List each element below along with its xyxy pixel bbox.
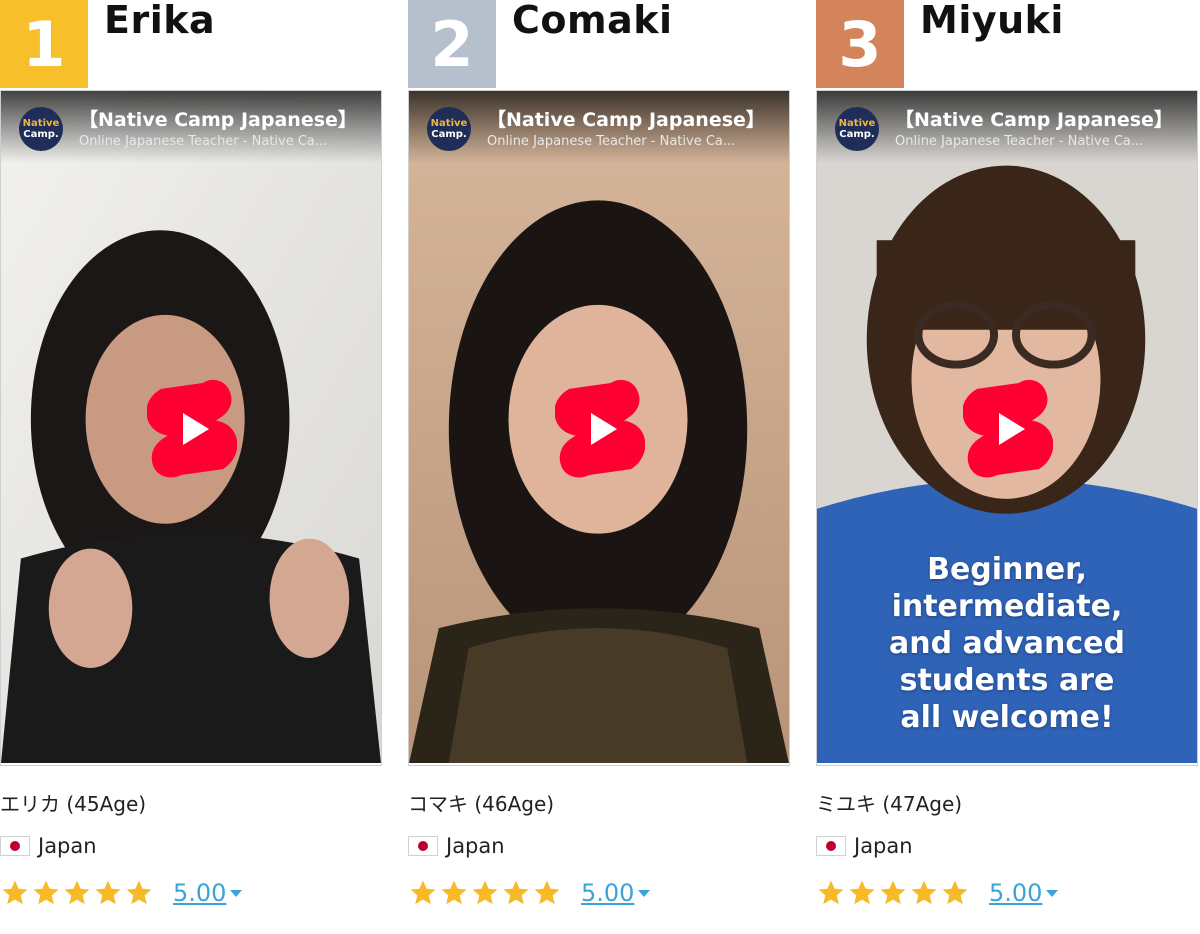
video-player[interactable]: Native Camp. 【Native Camp Japanese】 Onli… — [0, 90, 382, 766]
star-icon — [441, 880, 467, 905]
teacher-rating: 5.00 — [816, 878, 1059, 908]
channel-logo[interactable]: Native Camp. — [835, 107, 879, 151]
video-subtitle: Online Japanese Teacher - Native Ca... — [895, 134, 1144, 149]
star-icon — [2, 880, 28, 905]
teacher-country: Japan — [816, 834, 913, 858]
star-rating — [816, 878, 971, 908]
country-label: Japan — [854, 834, 913, 858]
youtube-shorts-icon[interactable] — [147, 379, 237, 479]
caret-down-icon[interactable] — [230, 890, 243, 898]
youtube-shorts-icon[interactable] — [555, 379, 645, 479]
japan-flag-icon — [0, 836, 30, 856]
star-icon — [911, 880, 937, 905]
rank-badge: 3 — [816, 0, 904, 88]
teacher-card: 1 Erika Native Camp. 【Native Camp Japane… — [0, 0, 384, 934]
rank-badge: 2 — [408, 0, 496, 88]
teacher-rating: 5.00 — [408, 878, 651, 908]
rating-link[interactable]: 5.00 — [581, 879, 634, 907]
teacher-ranking-grid: 1 Erika Native Camp. 【Native Camp Japane… — [0, 0, 1200, 934]
star-icon — [534, 880, 560, 905]
video-caption: Beginner, intermediate, and advanced stu… — [888, 552, 1125, 735]
star-icon — [472, 880, 498, 905]
star-rating — [0, 878, 155, 908]
country-label: Japan — [446, 834, 505, 858]
teacher-card: 3 Miyuki Native Camp. 【Native Camp Japan… — [816, 0, 1200, 934]
japan-flag-icon — [408, 836, 438, 856]
video-title[interactable]: 【Native Camp Japanese】 — [487, 105, 781, 132]
star-icon — [33, 880, 59, 905]
teacher-name[interactable]: Miyuki — [920, 0, 1064, 42]
star-icon — [818, 880, 844, 905]
teacher-age: ミユキ (47Age) — [816, 792, 963, 816]
teacher-country: Japan — [0, 834, 97, 858]
star-icon — [95, 880, 121, 905]
star-icon — [880, 880, 906, 905]
video-title[interactable]: 【Native Camp Japanese】 — [79, 105, 373, 132]
teacher-age: エリカ (45Age) — [0, 792, 147, 816]
video-subtitle: Online Japanese Teacher - Native Ca... — [487, 134, 736, 149]
channel-logo[interactable]: Native Camp. — [19, 107, 63, 151]
caret-down-icon[interactable] — [1046, 890, 1059, 898]
teacher-name[interactable]: Comaki — [512, 0, 673, 42]
star-icon — [849, 880, 875, 905]
star-rating — [408, 878, 563, 908]
star-icon — [126, 880, 152, 905]
teacher-age: コマキ (46Age) — [408, 792, 555, 816]
channel-logo[interactable]: Native Camp. — [427, 107, 471, 151]
video-subtitle: Online Japanese Teacher - Native Ca... — [79, 134, 328, 149]
star-icon — [64, 880, 90, 905]
country-label: Japan — [38, 834, 97, 858]
video-player[interactable]: Native Camp. 【Native Camp Japanese】 Onli… — [408, 90, 790, 766]
caret-down-icon[interactable] — [638, 890, 651, 898]
teacher-name[interactable]: Erika — [104, 0, 215, 42]
video-player[interactable]: Native Camp. 【Native Camp Japanese】 Onli… — [816, 90, 1198, 766]
japan-flag-icon — [816, 836, 846, 856]
star-icon — [942, 880, 968, 905]
rating-link[interactable]: 5.00 — [989, 879, 1042, 907]
rating-link[interactable]: 5.00 — [173, 879, 226, 907]
youtube-shorts-icon[interactable] — [963, 379, 1053, 479]
star-icon — [410, 880, 436, 905]
video-title[interactable]: 【Native Camp Japanese】 — [895, 105, 1189, 132]
teacher-country: Japan — [408, 834, 505, 858]
teacher-card: 2 Comaki Native Camp. 【Native Camp Japan… — [408, 0, 792, 934]
teacher-rating: 5.00 — [0, 878, 243, 908]
star-icon — [503, 880, 529, 905]
rank-badge: 1 — [0, 0, 88, 88]
